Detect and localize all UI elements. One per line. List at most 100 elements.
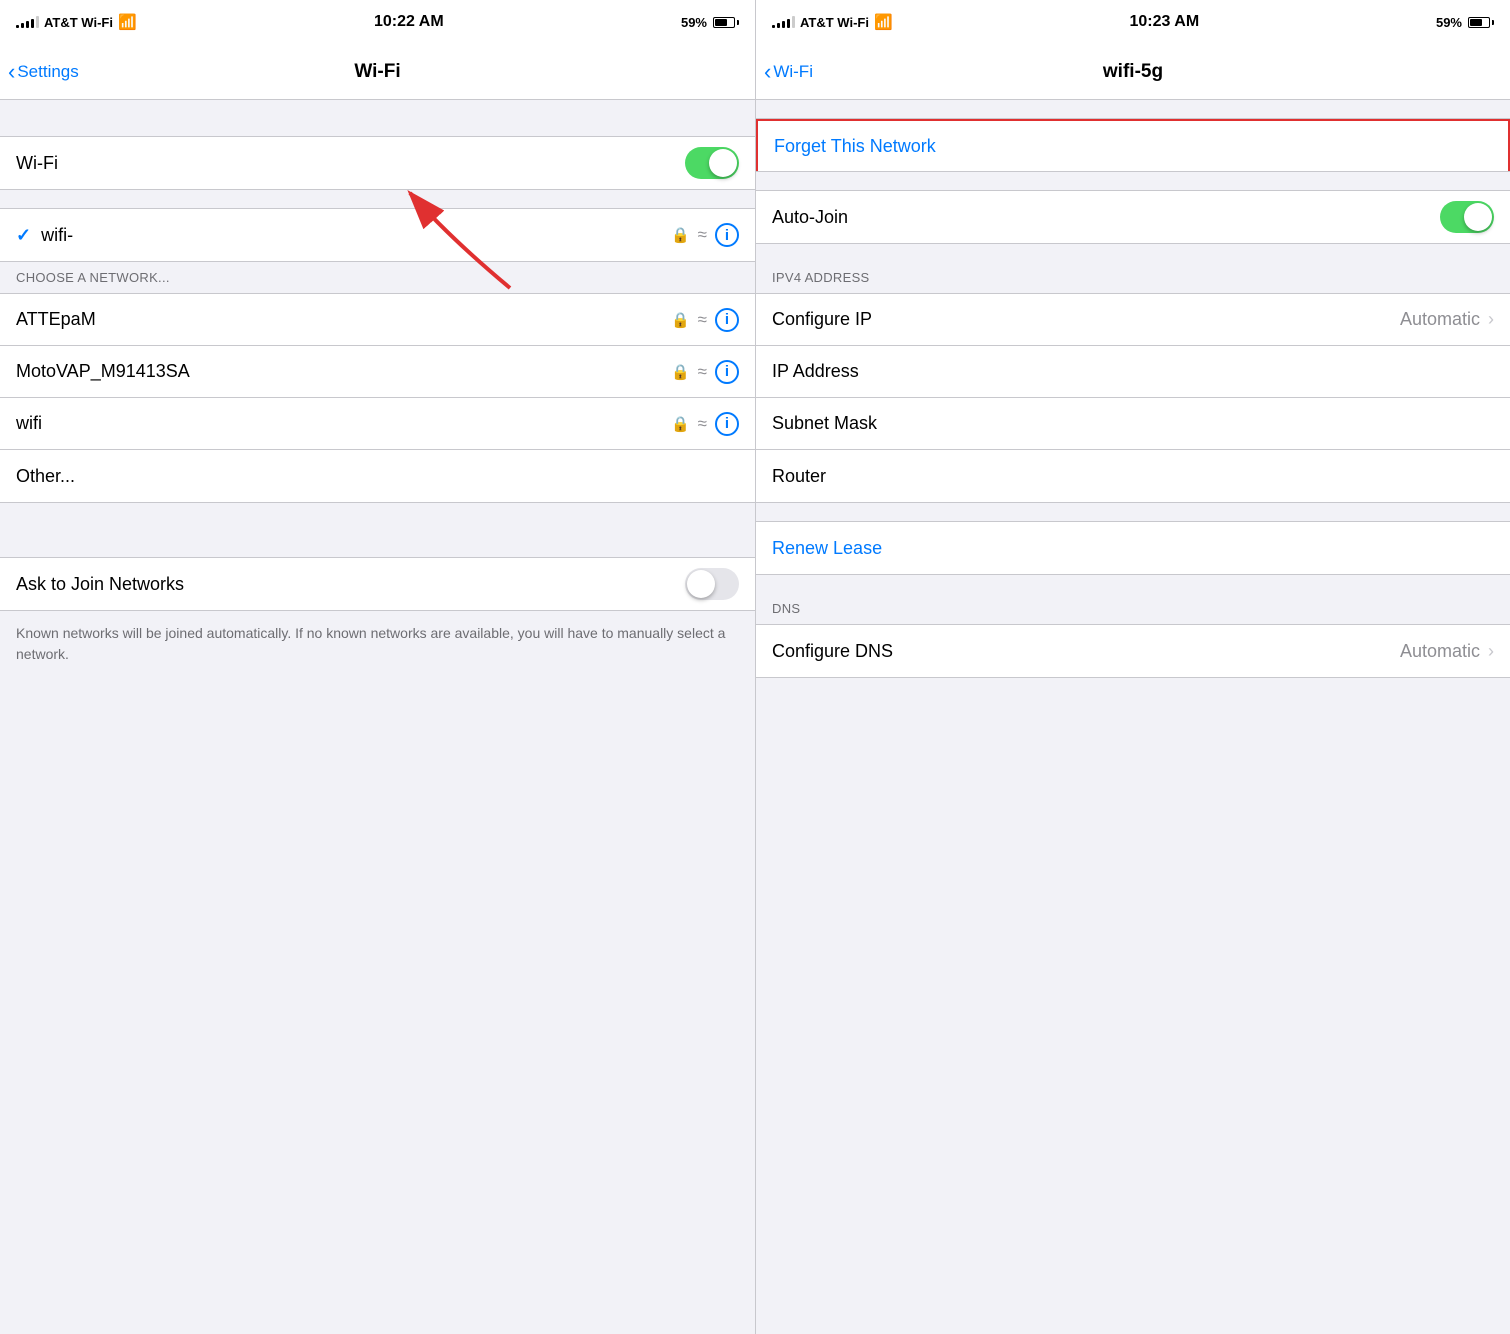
- configure-dns-right: Automatic ›: [1400, 641, 1494, 662]
- other-network-row[interactable]: Other...: [0, 450, 755, 502]
- ask-join-label: Ask to Join Networks: [16, 574, 184, 595]
- signal-bars-right: [772, 16, 795, 28]
- footer-text-left: Known networks will be joined automatica…: [0, 611, 755, 677]
- wifi-label: Wi-Fi: [16, 153, 58, 174]
- network-row-2[interactable]: MotoVAP_M91413SA 🔒 ≈ i: [0, 346, 755, 398]
- ask-join-section: Ask to Join Networks: [0, 557, 755, 611]
- wifi-icon-3: ≈: [698, 414, 707, 434]
- renew-lease-row[interactable]: Renew Lease: [756, 522, 1510, 574]
- wifi-signal-connected: ≈: [698, 225, 707, 245]
- divider-mid-left: [0, 503, 755, 521]
- configure-dns-label: Configure DNS: [772, 641, 893, 662]
- auto-join-label: Auto-Join: [772, 207, 848, 228]
- info-button-1[interactable]: i: [715, 308, 739, 332]
- ipv4-header: IPV4 ADDRESS: [756, 262, 1510, 293]
- info-button-3[interactable]: i: [715, 412, 739, 436]
- nav-bar-right: ‹ Wi-Fi wifi-5g: [756, 44, 1510, 100]
- info-button-2[interactable]: i: [715, 360, 739, 384]
- ipv4-label: IPV4 ADDRESS: [772, 270, 870, 285]
- wifi-icon-1: ≈: [698, 310, 707, 330]
- renew-lease-label: Renew Lease: [772, 538, 882, 559]
- bar1: [16, 25, 19, 28]
- lock-icon-connected: 🔒: [671, 226, 690, 244]
- wifi-section: Wi-Fi: [0, 136, 755, 190]
- divider-mid2-left: [0, 521, 755, 539]
- carrier-label-left: AT&T Wi-Fi: [44, 15, 113, 30]
- network-name-3: wifi: [16, 413, 42, 434]
- divider-top-left: [0, 100, 755, 118]
- signal-bars: [16, 16, 39, 28]
- wifi-toggle-row: Wi-Fi: [0, 137, 755, 189]
- network-icons-1: 🔒 ≈ i: [671, 308, 739, 332]
- choose-network-label: CHOOSE A NETWORK...: [16, 270, 170, 285]
- auto-join-toggle[interactable]: [1440, 201, 1494, 233]
- battery-icon-left: [713, 17, 739, 28]
- lock-icon-1: 🔒: [671, 311, 690, 329]
- left-panel: AT&T Wi-Fi 📶 10:22 AM 59% ‹ Settings Wi-: [0, 0, 755, 1334]
- wifi-toggle[interactable]: [685, 147, 739, 179]
- configure-ip-right: Automatic ›: [1400, 309, 1494, 330]
- back-label-left: Settings: [17, 62, 78, 82]
- wifi-status-icon-left: 📶: [118, 13, 137, 31]
- right-panel: AT&T Wi-Fi 📶 10:23 AM 59% ‹ Wi-Fi wifi-5…: [755, 0, 1510, 1334]
- divider3-right: [756, 244, 1510, 262]
- divider5-right: [756, 575, 1510, 593]
- router-label: Router: [772, 466, 826, 487]
- nav-title-right: wifi-5g: [1103, 61, 1163, 83]
- ip-address-label: IP Address: [772, 361, 859, 382]
- status-bar-left: AT&T Wi-Fi 📶 10:22 AM 59%: [0, 0, 755, 44]
- network-list-section: ATTEpaM 🔒 ≈ i MotoVAP_M91413SA 🔒 ≈ i wif…: [0, 293, 755, 503]
- connected-network-left: ✓ wifi-: [16, 225, 73, 246]
- configure-ip-label: Configure IP: [772, 309, 872, 330]
- configure-dns-value: Automatic: [1400, 641, 1480, 662]
- subnet-mask-row[interactable]: Subnet Mask: [756, 398, 1510, 450]
- network-row-1[interactable]: ATTEpaM 🔒 ≈ i: [0, 294, 755, 346]
- chevron-left-icon-left: ‹: [8, 61, 15, 83]
- status-right-right: 59%: [1436, 15, 1494, 30]
- network-icons-3: 🔒 ≈ i: [671, 412, 739, 436]
- divider-top-right: [756, 100, 1510, 118]
- nav-title-left: Wi-Fi: [354, 61, 400, 83]
- router-row[interactable]: Router: [756, 450, 1510, 502]
- connected-network-row[interactable]: ✓ wifi- 🔒 ≈ i: [0, 209, 755, 261]
- forget-network-section: Forget This Network: [756, 118, 1510, 172]
- time-left: 10:22 AM: [374, 13, 444, 31]
- chevron-right-icon-dns: ›: [1488, 641, 1494, 662]
- connected-network-name: wifi-: [41, 225, 73, 246]
- connected-checkmark: ✓: [16, 225, 31, 246]
- divider4-right: [756, 503, 1510, 521]
- battery-icon-right: [1468, 17, 1494, 28]
- dns-label: DNS: [772, 601, 800, 616]
- auto-join-row: Auto-Join: [756, 191, 1510, 243]
- renew-lease-section: Renew Lease: [756, 521, 1510, 575]
- configure-ip-row[interactable]: Configure IP Automatic ›: [756, 294, 1510, 346]
- divider2-right: [756, 172, 1510, 190]
- back-button-right[interactable]: ‹ Wi-Fi: [764, 61, 813, 83]
- ip-address-row[interactable]: IP Address: [756, 346, 1510, 398]
- ask-join-toggle[interactable]: [685, 568, 739, 600]
- toggle-thumb-wifi: [709, 149, 737, 177]
- network-row-3[interactable]: wifi 🔒 ≈ i: [0, 398, 755, 450]
- back-label-right: Wi-Fi: [773, 62, 813, 82]
- bar4: [31, 19, 34, 28]
- configure-ip-value: Automatic: [1400, 309, 1480, 330]
- status-bar-right: AT&T Wi-Fi 📶 10:23 AM 59%: [756, 0, 1510, 44]
- network-icons-2: 🔒 ≈ i: [671, 360, 739, 384]
- connected-network-section: ✓ wifi- 🔒 ≈ i: [0, 208, 755, 262]
- choose-network-header: CHOOSE A NETWORK...: [0, 262, 755, 293]
- rbar2: [777, 23, 780, 28]
- connected-network-right: 🔒 ≈ i: [671, 223, 739, 247]
- info-button-connected[interactable]: i: [715, 223, 739, 247]
- status-right-left: 59%: [681, 15, 739, 30]
- other-network-label: Other...: [16, 466, 75, 487]
- bar5: [36, 16, 39, 28]
- configure-dns-row[interactable]: Configure DNS Automatic ›: [756, 625, 1510, 677]
- forget-network-row[interactable]: Forget This Network: [756, 119, 1510, 171]
- ipv4-section: Configure IP Automatic › IP Address Subn…: [756, 293, 1510, 503]
- lock-icon-3: 🔒: [671, 415, 690, 433]
- time-right: 10:23 AM: [1129, 13, 1199, 31]
- back-button-left[interactable]: ‹ Settings: [8, 61, 79, 83]
- toggle-thumb-auto-join: [1464, 203, 1492, 231]
- battery-pct-right: 59%: [1436, 15, 1462, 30]
- bar3: [26, 21, 29, 28]
